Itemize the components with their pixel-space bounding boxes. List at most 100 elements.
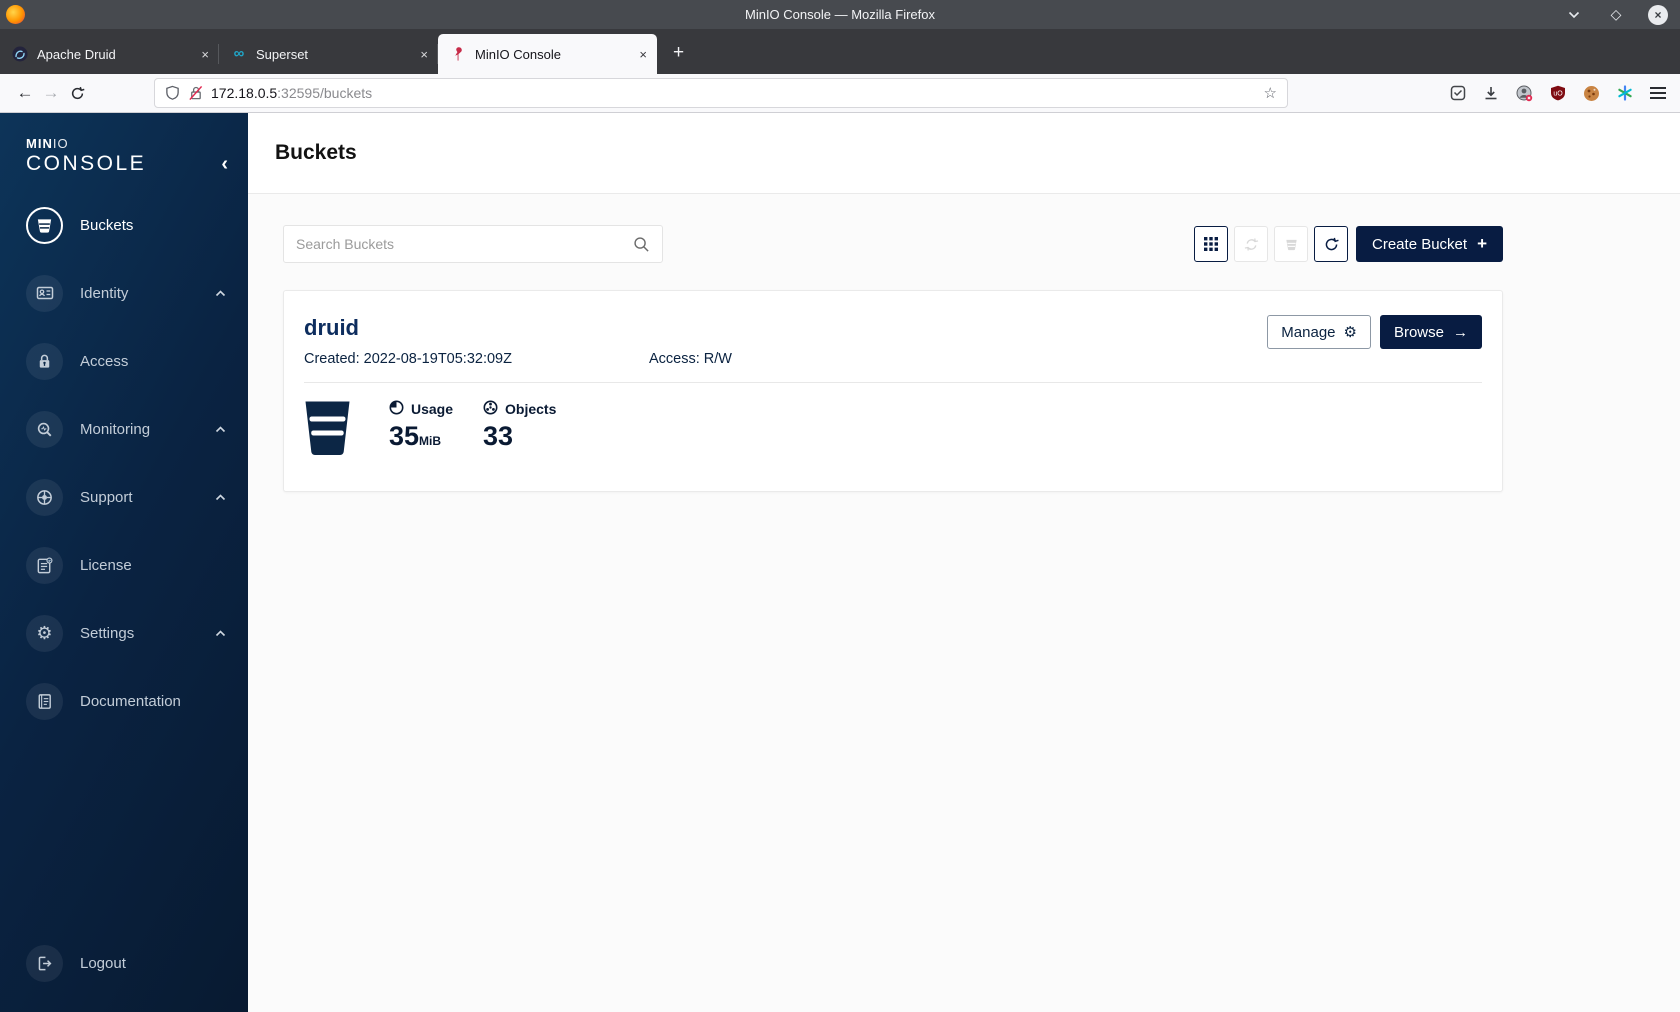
plus-icon: + bbox=[1477, 234, 1487, 253]
refresh-button[interactable] bbox=[1314, 226, 1349, 262]
arrow-right-icon: → bbox=[1453, 323, 1468, 341]
identity-card-icon bbox=[26, 274, 63, 312]
druid-favicon-icon bbox=[12, 46, 28, 62]
bookmark-star-icon[interactable]: ☆ bbox=[1264, 84, 1277, 102]
close-tab-icon[interactable]: × bbox=[420, 47, 428, 62]
logout-icon bbox=[26, 944, 63, 982]
tab-minio-console[interactable]: MinIO Console × bbox=[438, 34, 657, 74]
chevron-up-icon[interactable] bbox=[215, 629, 226, 637]
reload-button[interactable] bbox=[64, 80, 90, 106]
forward-button[interactable]: → bbox=[38, 80, 64, 106]
page-header: Buckets bbox=[248, 113, 1680, 194]
account-icon[interactable] bbox=[1516, 85, 1533, 102]
sidebar-item-access[interactable]: Access bbox=[0, 327, 248, 395]
book-icon bbox=[26, 682, 63, 720]
search-icon bbox=[633, 236, 650, 253]
bucket-access: Access: R/W bbox=[649, 351, 732, 367]
gear-icon: ⚙ bbox=[1343, 324, 1357, 341]
close-tab-icon[interactable]: × bbox=[201, 47, 209, 62]
back-button[interactable]: ← bbox=[12, 80, 38, 106]
usage-label: Usage bbox=[411, 401, 454, 417]
objects-label: Objects bbox=[505, 401, 557, 417]
gear-icon: ⚙ bbox=[26, 614, 63, 652]
window-title: MinIO Console — Mozilla Firefox bbox=[745, 7, 935, 22]
extension-asterisk-icon[interactable] bbox=[1617, 85, 1633, 101]
bucket-card-druid[interactable]: druid Created: 2022-08-19T05:32:09Z Acce… bbox=[283, 290, 1503, 492]
sidebar-item-label: Monitoring bbox=[80, 420, 151, 438]
url-host: 172.18.0.5 bbox=[211, 85, 278, 101]
create-bucket-button[interactable]: Create Bucket + bbox=[1356, 226, 1503, 262]
url-path: :32595/buckets bbox=[277, 85, 373, 101]
sidebar-item-label: Documentation bbox=[80, 692, 181, 710]
chevron-up-icon[interactable] bbox=[215, 289, 226, 297]
sidebar-item-settings[interactable]: ⚙ Settings bbox=[0, 599, 248, 667]
bucket-name: druid bbox=[304, 315, 359, 340]
lock-icon bbox=[26, 342, 63, 380]
superset-favicon-icon: ∞ bbox=[233, 45, 245, 62]
sidebar-item-documentation[interactable]: Documentation bbox=[0, 667, 248, 735]
search-input[interactable] bbox=[296, 236, 633, 252]
usage-stat: Usage 35MiB bbox=[389, 400, 453, 450]
minio-favicon-icon bbox=[450, 46, 466, 62]
menu-hamburger-icon[interactable] bbox=[1650, 87, 1666, 99]
cookie-icon[interactable] bbox=[1583, 85, 1600, 102]
tab-apache-druid[interactable]: Apache Druid × bbox=[0, 34, 219, 74]
bucket-created: Created: 2022-08-19T05:32:09Z bbox=[304, 351, 512, 367]
objects-value: 33 bbox=[483, 421, 514, 451]
card-divider bbox=[304, 382, 1482, 383]
insecure-lock-icon[interactable] bbox=[188, 85, 203, 101]
bucket-large-icon bbox=[304, 400, 351, 461]
browse-button[interactable]: Browse → bbox=[1379, 315, 1482, 349]
tab-bar: Apache Druid × ∞ Superset × MinIO Consol… bbox=[0, 29, 1680, 74]
window-titlebar: MinIO Console — Mozilla Firefox ◇ × bbox=[0, 0, 1680, 29]
sidebar-item-identity[interactable]: Identity bbox=[0, 259, 248, 327]
sidebar-item-logout[interactable]: Logout bbox=[0, 929, 248, 997]
buckets-toolbar: Create Bucket + bbox=[283, 225, 1503, 263]
sidebar-menu: Buckets Identity Access Monitoring Suppo… bbox=[0, 191, 248, 735]
chevron-up-icon[interactable] bbox=[215, 493, 226, 501]
sidebar: MINIO CONSOLE ‹ Buckets Identity Access … bbox=[0, 113, 248, 1012]
sidebar-collapse-button[interactable]: ‹ bbox=[221, 153, 228, 176]
tab-title: MinIO Console bbox=[475, 46, 561, 62]
search-box bbox=[283, 225, 663, 263]
browser-toolbar: ← → 172.18.0.5:32595/buckets ☆ uO bbox=[0, 74, 1680, 113]
sidebar-item-label: Buckets bbox=[80, 216, 134, 234]
multi-select-sync-button[interactable] bbox=[1234, 226, 1269, 262]
new-tab-button[interactable]: + bbox=[673, 42, 684, 64]
tab-superset[interactable]: ∞ Superset × bbox=[219, 34, 438, 74]
page-title: Buckets bbox=[275, 141, 357, 164]
manage-button[interactable]: Manage ⚙ bbox=[1267, 315, 1371, 349]
magnifier-icon bbox=[26, 410, 63, 448]
window-maximize-button[interactable]: ◇ bbox=[1606, 5, 1626, 25]
window-close-button[interactable]: × bbox=[1648, 4, 1668, 25]
sidebar-item-license[interactable]: License bbox=[0, 531, 248, 599]
sidebar-item-monitoring[interactable]: Monitoring bbox=[0, 395, 248, 463]
ublock-origin-icon[interactable]: uO bbox=[1550, 85, 1566, 101]
sidebar-item-support[interactable]: Support bbox=[0, 463, 248, 531]
grid-view-toggle-button[interactable] bbox=[1194, 226, 1229, 262]
sidebar-item-label: Logout bbox=[80, 954, 126, 972]
ublock-label: uO bbox=[1553, 91, 1563, 98]
tab-title: Apache Druid bbox=[37, 46, 116, 62]
bucket-icon bbox=[26, 206, 63, 244]
delete-buckets-button[interactable] bbox=[1274, 226, 1309, 262]
usage-value: 35 bbox=[389, 421, 420, 451]
tracking-shield-icon[interactable] bbox=[165, 85, 180, 101]
sidebar-item-label: Access bbox=[80, 352, 129, 370]
tab-title: Superset bbox=[256, 46, 309, 62]
save-to-pocket-icon[interactable] bbox=[1450, 85, 1466, 101]
close-tab-icon[interactable]: × bbox=[639, 47, 647, 62]
license-document-icon bbox=[26, 546, 63, 584]
sidebar-item-buckets[interactable]: Buckets bbox=[0, 191, 248, 259]
minio-console-logo: MINIO CONSOLE bbox=[26, 136, 147, 175]
sidebar-item-label: Support bbox=[80, 488, 133, 506]
main-content: Buckets Search Buckets Create Bucket + d… bbox=[248, 113, 1680, 1012]
url-bar[interactable]: 172.18.0.5:32595/buckets ☆ bbox=[154, 78, 1288, 108]
window-minimize-button[interactable] bbox=[1564, 5, 1584, 25]
sidebar-item-label: Settings bbox=[80, 624, 135, 642]
lifebuoy-icon bbox=[26, 478, 63, 516]
download-icon[interactable] bbox=[1483, 85, 1499, 101]
sidebar-item-label: License bbox=[80, 556, 132, 574]
usage-pie-icon bbox=[389, 400, 404, 418]
chevron-up-icon[interactable] bbox=[215, 425, 226, 433]
